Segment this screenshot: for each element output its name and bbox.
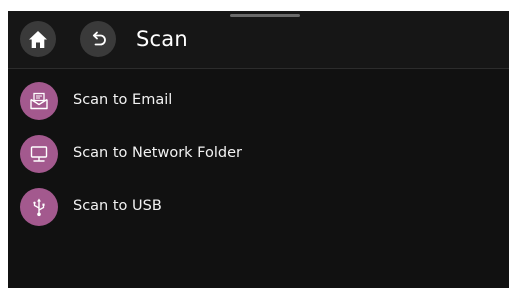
back-button[interactable] xyxy=(80,21,116,57)
email-icon-circle xyxy=(20,82,58,120)
network-folder-icon-circle xyxy=(20,135,58,173)
usb-icon xyxy=(30,197,48,217)
page-title: Scan xyxy=(136,27,188,51)
network-folder-icon xyxy=(29,145,49,163)
menu-item-label: Scan to USB xyxy=(73,198,162,214)
menu-item-label: Scan to Network Folder xyxy=(73,145,242,161)
header-bar: Scan xyxy=(8,11,509,69)
back-arrow-icon xyxy=(88,29,108,49)
scan-screen: Scan Scan to Email Scan to Network Folde… xyxy=(8,11,509,288)
scan-options-list: Scan to Email Scan to Network Folder Sca… xyxy=(8,80,509,239)
home-button[interactable] xyxy=(20,21,56,57)
email-icon xyxy=(29,92,49,110)
home-icon xyxy=(28,30,48,49)
usb-icon-circle xyxy=(20,188,58,226)
pull-down-handle[interactable] xyxy=(230,14,300,17)
menu-item-label: Scan to Email xyxy=(73,92,173,108)
menu-item-scan-to-network-folder[interactable]: Scan to Network Folder xyxy=(8,133,509,186)
menu-item-scan-to-usb[interactable]: Scan to USB xyxy=(8,186,509,239)
menu-item-scan-to-email[interactable]: Scan to Email xyxy=(8,80,509,133)
